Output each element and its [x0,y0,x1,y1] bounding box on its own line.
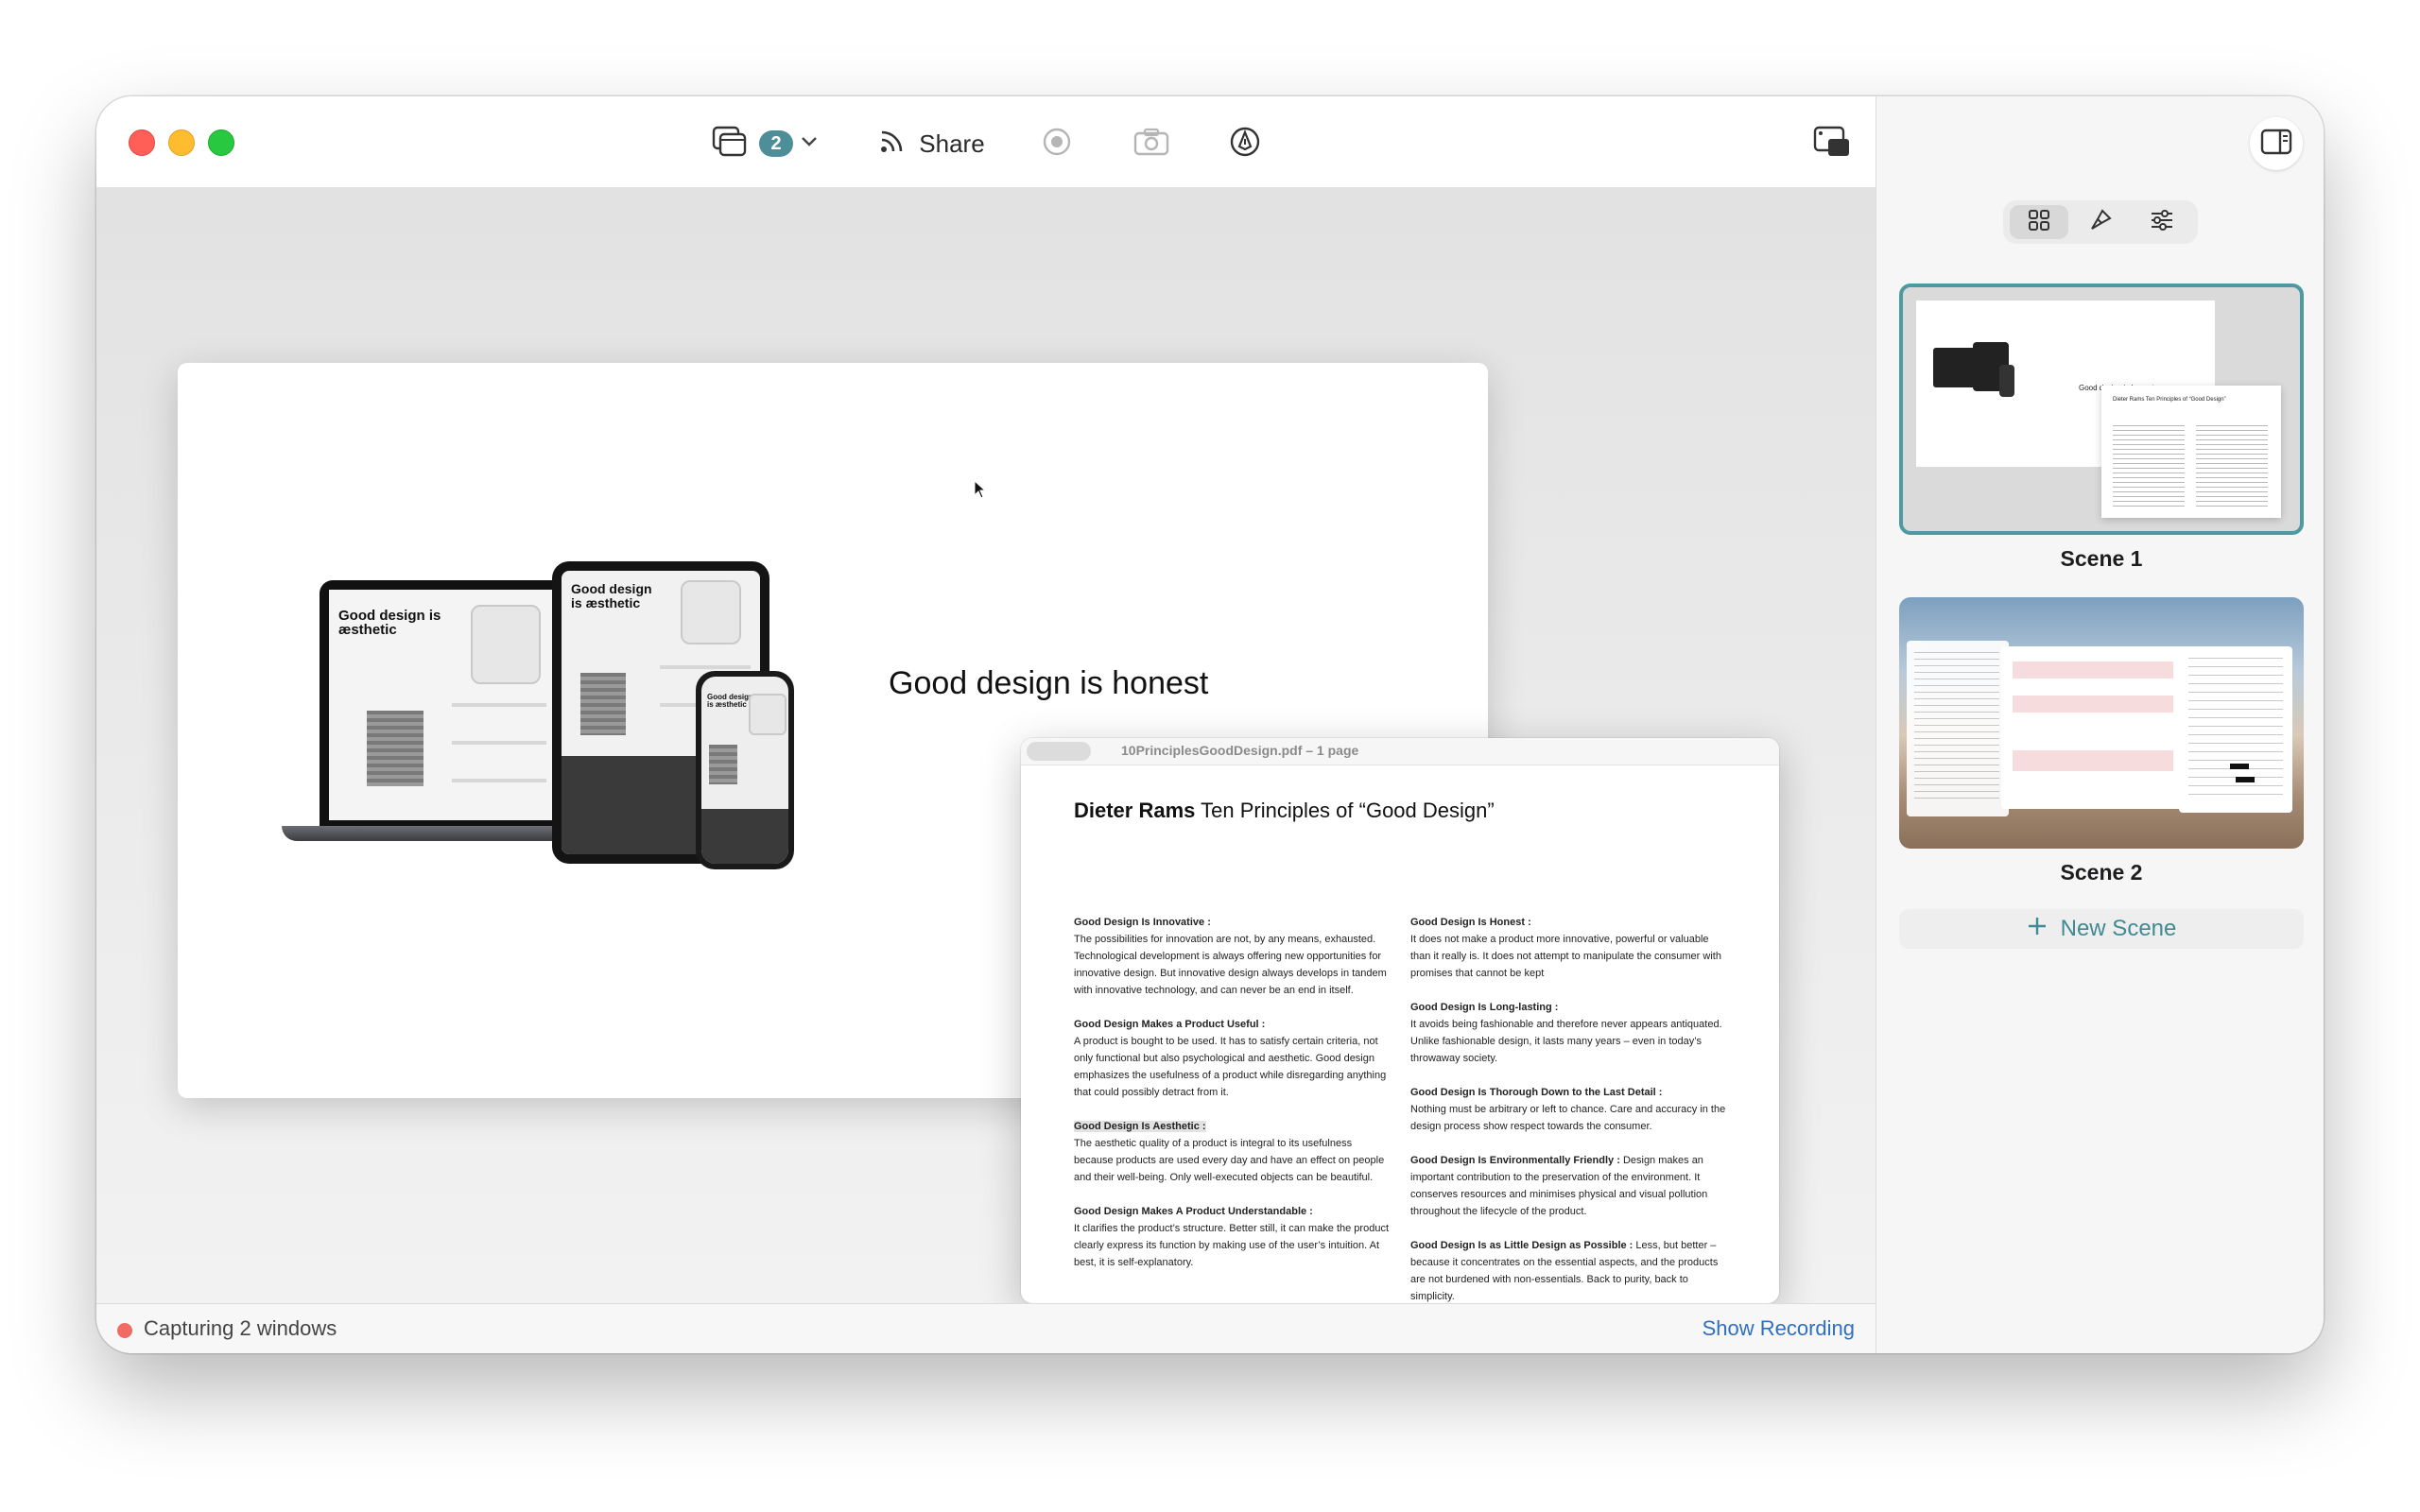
tab-style[interactable] [2071,205,2130,239]
pdf-principle: Good Design Is Innovative : The possibili… [1074,917,1387,996]
capture-status: Capturing 2 windows [144,1316,337,1340]
pdf-right-column: Good Design Is Honest : It does not make … [1410,914,1728,1303]
tablet-caption: Good design is æsthetic [571,581,652,610]
pdf-principle: Good Design Is Honest : It does not make … [1410,917,1721,979]
pdf-window[interactable]: 10PrinciplesGoodDesign.pdf – 1 page Diet… [1021,738,1779,1303]
scenes-panel: Good design is honest Dieter Rams Ten Pr… [1876,96,2324,1353]
brush-icon [2088,208,2113,237]
capture-window-button[interactable] [1806,117,1858,170]
annotate-button[interactable] [1220,119,1270,168]
scene-1-pdf-preview: Dieter Rams Ten Principles of “Good Desi… [2101,386,2281,518]
pdf-left-column: Good Design Is Innovative : The possibili… [1074,914,1392,1288]
speaker-image [367,711,424,786]
new-scene-label: New Scene [2060,916,2177,941]
pen-icon [1229,126,1261,163]
pdf-heading-bold: Dieter Rams [1074,799,1196,822]
sidebar-toggle-button[interactable] [2250,117,2303,170]
broadcast-icon [879,128,906,161]
panel-mode-segmented-control [2003,200,2198,244]
pdf-heading: Dieter Rams Ten Principles of “Good Desi… [1074,799,1495,823]
windows-icon [712,126,748,163]
window-selector-button[interactable]: 2 [698,117,832,170]
show-recording-link[interactable]: Show Recording [1703,1316,1855,1341]
main-area: 2 Share Good design is æsthetic Good des… [96,96,1876,1353]
scene-2-window-preview [1907,641,2009,816]
pdf-principle: Good Design Is Long-lasting : It avoids b… [1410,1002,1722,1064]
laptop-caption: Good design is æsthetic [338,608,441,638]
scene-2-sidebar-preview [2179,646,2292,813]
scene-thumbnail-1[interactable]: Good design is honest Dieter Rams Ten Pr… [1899,284,2304,535]
radio-image [681,580,741,644]
tab-settings[interactable] [2133,205,2191,239]
zoom-button[interactable] [208,129,234,156]
pdf-sidebar-button[interactable] [1027,742,1091,761]
screenshot-button[interactable] [1127,119,1176,168]
sliders-icon [2150,209,2174,236]
pdf-principle: Good Design Is Thorough Down to the Last… [1410,1087,1726,1132]
chevron-down-icon [801,135,818,152]
pdf-heading-rest: Ten Principles of “Good Design” [1201,799,1495,822]
pdf-principle: Good Design Is Aesthetic : The aesthetic … [1074,1121,1385,1183]
record-button[interactable] [1032,119,1081,168]
laptop-device-image: Good design is æsthetic [320,580,565,828]
status-bar: Capturing 2 windows Show Recording [96,1303,1876,1353]
window-count-badge: 2 [759,130,793,157]
pdf-titlebar: 10PrinciplesGoodDesign.pdf – 1 page [1021,738,1779,765]
pdf-principle: Good Design Makes A Product Understandab… [1074,1206,1389,1268]
tab-scenes[interactable] [2010,205,2069,239]
phone-device-image: Good design is æsthetic [696,671,794,869]
sidebar-toggle-icon [2260,129,2292,160]
scene-thumbnail-2[interactable] [1899,597,2304,849]
new-scene-button[interactable]: New Scene [1899,909,2304,949]
grid-icon [2028,209,2050,236]
scene-canvas[interactable]: Good design is æsthetic Good design is æ… [96,188,1876,1303]
scene-1-preview-heading: Dieter Rams Ten Principles of “Good Desi… [2113,397,2226,403]
cursor-icon [974,479,987,504]
phone-caption: Good design is æsthetic [707,693,753,709]
record-icon [1042,127,1072,162]
pdf-principle: Good Design Is as Little Design as Possi… [1410,1240,1719,1302]
minimize-button[interactable] [168,129,195,156]
plus-icon [2027,916,2048,943]
close-button[interactable] [129,129,155,156]
scene-2-editor-preview [2001,646,2187,809]
recording-indicator-icon [117,1323,132,1338]
toolbar: 2 Share [96,96,1876,188]
radio-image [471,605,541,684]
scene-1-label: Scene 1 [2060,546,2143,571]
camera-icon [1133,128,1169,161]
laptop-base [282,826,594,841]
capture-window-icon [1813,126,1851,163]
app-window: 2 Share Good design is æsthetic Good des… [96,96,2324,1353]
share-label: Share [919,129,985,158]
scene-2-label: Scene 2 [2060,860,2143,885]
pdf-window-title: 10PrinciplesGoodDesign.pdf – 1 page [1121,743,1359,758]
pdf-principle: Good Design Is Environmentally Friendly … [1410,1155,1708,1217]
slide-title: Good design is honest [889,665,1209,701]
pdf-principle: Good Design Makes a Product Useful :A pr… [1074,1019,1387,1098]
share-button[interactable]: Share [867,117,997,170]
